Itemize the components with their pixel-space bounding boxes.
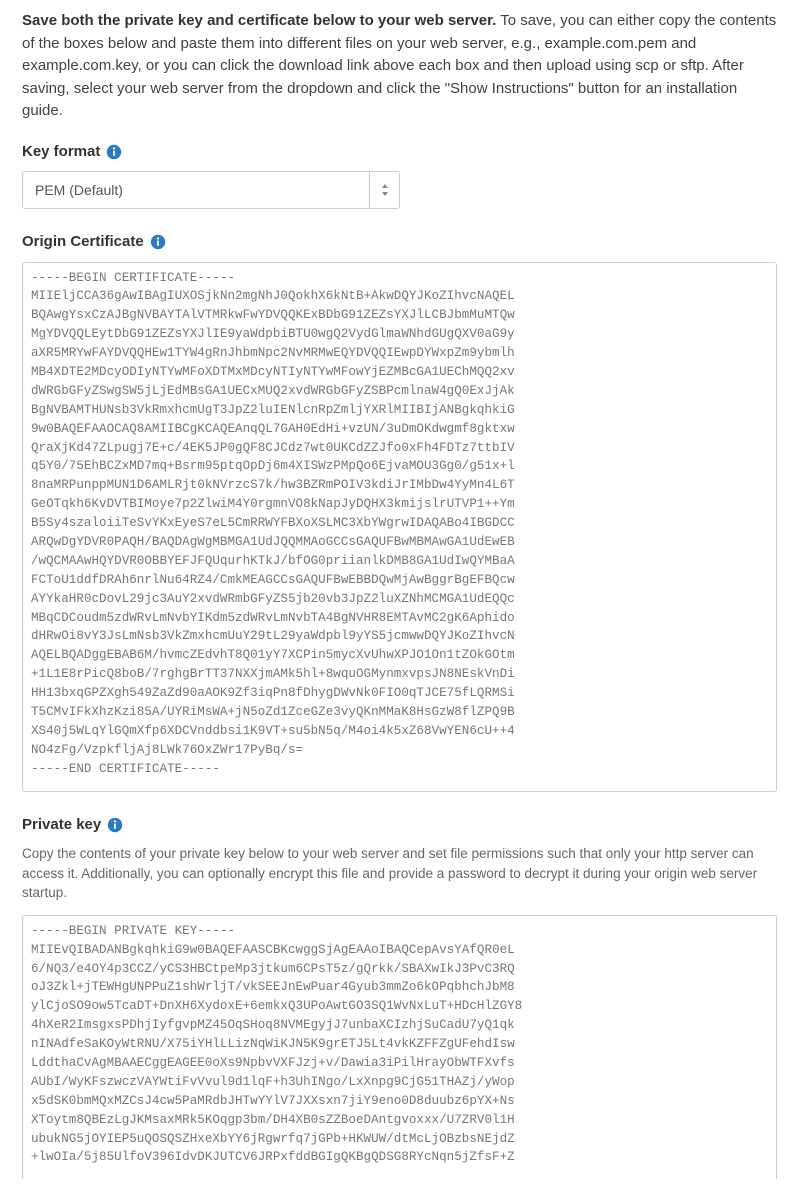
key-format-select[interactable]: PEM (Default) bbox=[22, 171, 400, 209]
origin-cert-label: Origin Certificate bbox=[22, 231, 144, 254]
private-key-content: -----BEGIN PRIVATE KEY----- MIIEvQIBADAN… bbox=[31, 922, 768, 1168]
info-circle-icon[interactable] bbox=[106, 144, 122, 160]
key-format-label-row: Key format bbox=[22, 141, 777, 164]
private-key-help: Copy the contents of your private key be… bbox=[22, 844, 777, 903]
info-circle-icon[interactable] bbox=[150, 234, 166, 250]
origin-cert-box[interactable]: -----BEGIN CERTIFICATE----- MIIEljCCA36g… bbox=[22, 262, 777, 792]
chevron-up-down-icon bbox=[369, 172, 399, 208]
origin-cert-content: -----BEGIN CERTIFICATE----- MIIEljCCA36g… bbox=[31, 269, 768, 779]
private-key-label: Private key bbox=[22, 814, 101, 837]
intro-paragraph: Save both the private key and certificat… bbox=[22, 10, 777, 123]
private-key-box[interactable]: -----BEGIN PRIVATE KEY----- MIIEvQIBADAN… bbox=[22, 915, 777, 1180]
info-circle-icon[interactable] bbox=[107, 817, 123, 833]
key-format-value: PEM (Default) bbox=[23, 172, 369, 208]
origin-cert-label-row: Origin Certificate bbox=[22, 231, 777, 254]
intro-bold: Save both the private key and certificat… bbox=[22, 12, 496, 29]
private-key-label-row: Private key bbox=[22, 814, 777, 837]
key-format-label: Key format bbox=[22, 141, 100, 164]
key-format-select-wrap: PEM (Default) bbox=[22, 171, 400, 209]
